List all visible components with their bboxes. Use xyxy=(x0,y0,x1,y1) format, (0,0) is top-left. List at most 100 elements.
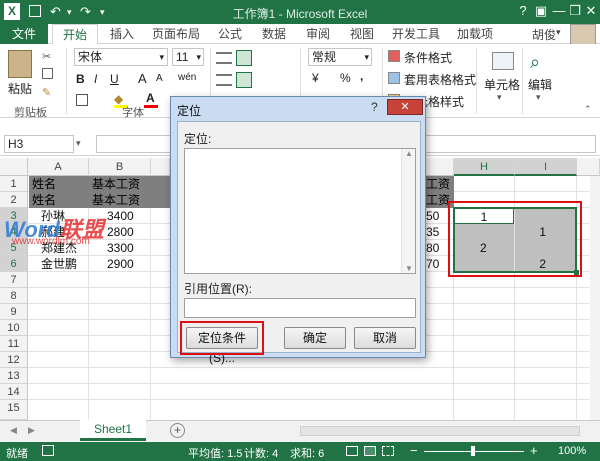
user-name[interactable]: 胡俊 xyxy=(532,26,556,43)
cells-button[interactable]: 单元格 xyxy=(484,76,520,93)
underline-button[interactable]: U xyxy=(110,72,119,86)
cell-b4[interactable]: 2800 xyxy=(104,224,150,240)
list-scrollbar[interactable]: ▲ ▼ xyxy=(401,149,415,273)
tab-data[interactable]: 数据 xyxy=(254,24,294,44)
goto-list[interactable]: ▲ ▼ xyxy=(184,148,416,274)
table-format-button[interactable]: 套用表格格式 xyxy=(404,71,476,88)
editing-button[interactable]: 编辑 xyxy=(528,76,552,93)
cells-icon[interactable] xyxy=(492,52,514,70)
italic-button[interactable]: I xyxy=(94,72,97,86)
column-header-h[interactable]: H xyxy=(454,158,515,176)
normal-view-icon[interactable] xyxy=(346,446,358,456)
font-color-icon[interactable]: A xyxy=(146,91,155,105)
add-sheet-button[interactable]: + xyxy=(170,423,185,438)
copy-icon[interactable] xyxy=(42,68,53,79)
phonetic-button[interactable]: wén xyxy=(178,72,196,83)
row-header[interactable]: 10 xyxy=(0,320,28,336)
tab-developer[interactable]: 开发工具 xyxy=(386,24,446,44)
row-header[interactable]: 13 xyxy=(0,368,28,384)
cut-icon[interactable]: ✂ xyxy=(42,50,51,63)
column-header-a[interactable]: A xyxy=(28,158,89,176)
sheet-tab-sheet1[interactable]: Sheet1 xyxy=(80,420,146,441)
cell-g1[interactable]: 工资 xyxy=(426,176,454,192)
font-shrink-button[interactable]: A xyxy=(156,73,163,84)
bold-button[interactable]: B xyxy=(76,72,85,86)
column-header-j[interactable] xyxy=(577,158,600,176)
cancel-button[interactable]: 取消 xyxy=(354,327,416,349)
row-header[interactable]: 14 xyxy=(0,384,28,400)
customize-qat-icon[interactable]: ▾ xyxy=(100,7,105,18)
tab-addins[interactable]: 加载项 xyxy=(450,24,500,44)
undo-dropdown-icon[interactable]: ▾ xyxy=(67,7,72,18)
number-format-select[interactable]: 常规 ▾ xyxy=(308,48,372,66)
collapse-ribbon-icon[interactable]: ⌃ xyxy=(584,104,592,115)
cell-b2[interactable]: 基本工资 xyxy=(89,192,170,208)
row-header[interactable]: 12 xyxy=(0,352,28,368)
column-header-i[interactable]: I xyxy=(515,158,577,176)
search-icon[interactable]: ⌕ xyxy=(530,52,540,73)
scroll-down-icon[interactable]: ▼ xyxy=(405,264,413,273)
chevron-down-icon[interactable]: ▾ xyxy=(76,138,81,149)
tab-home[interactable]: 开始 xyxy=(52,24,98,45)
currency-button[interactable]: ¥ xyxy=(312,71,319,85)
chevron-down-icon[interactable]: ▾ xyxy=(497,92,502,103)
save-icon[interactable] xyxy=(29,5,41,17)
redo-icon[interactable]: ↷ xyxy=(80,4,91,20)
row-header[interactable]: 8 xyxy=(0,288,28,304)
zoom-out-button[interactable]: − xyxy=(410,443,418,458)
border-icon[interactable] xyxy=(76,94,88,106)
undo-icon[interactable]: ↶ xyxy=(50,4,61,20)
row-header[interactable]: 7 xyxy=(0,272,28,288)
scroll-up-icon[interactable]: ▲ xyxy=(405,149,413,158)
tab-page-layout[interactable]: 页面布局 xyxy=(146,24,206,44)
align-left-icon[interactable] xyxy=(216,74,232,86)
close-button[interactable]: ✕ xyxy=(580,3,600,19)
font-size-select[interactable]: 11 ▾ xyxy=(172,48,204,66)
cell-a1[interactable]: 姓名 xyxy=(29,176,89,192)
dialog-close-button[interactable]: ✕ xyxy=(387,99,423,115)
row-header[interactable]: 15 xyxy=(0,400,28,420)
row-header[interactable]: 1 xyxy=(0,176,28,192)
ok-button[interactable]: 确定 xyxy=(284,327,346,349)
cell-b1[interactable]: 基本工资 xyxy=(89,176,170,192)
row-header[interactable]: 9 xyxy=(0,304,28,320)
cell-a2[interactable]: 姓名 xyxy=(29,192,89,208)
horizontal-scrollbar[interactable] xyxy=(300,426,580,436)
font-name-select[interactable]: 宋体 ▾ xyxy=(74,48,168,66)
row-header[interactable]: 6 xyxy=(0,256,28,272)
cell-b6[interactable]: 2900 xyxy=(104,256,150,272)
paste-icon[interactable] xyxy=(8,50,32,78)
page-break-view-icon[interactable] xyxy=(382,446,394,456)
paste-label[interactable]: 粘贴 xyxy=(8,80,32,97)
next-sheet-icon[interactable]: ▶ xyxy=(28,425,35,436)
format-painter-icon[interactable]: ✎ xyxy=(42,86,51,99)
tab-view[interactable]: 视图 xyxy=(342,24,382,44)
select-all-corner[interactable] xyxy=(0,158,28,176)
prev-sheet-icon[interactable]: ◀ xyxy=(10,425,17,436)
align-middle-icon[interactable] xyxy=(236,50,252,66)
cell-b3[interactable]: 3400 xyxy=(104,208,150,224)
zoom-level[interactable]: 100% xyxy=(558,445,586,457)
reference-input[interactable] xyxy=(184,298,416,318)
zoom-slider-thumb[interactable] xyxy=(471,446,475,456)
tab-file[interactable]: 文件 xyxy=(0,24,48,44)
column-header-c[interactable] xyxy=(151,158,170,176)
font-grow-button[interactable]: A xyxy=(138,71,147,86)
chevron-down-icon[interactable]: ▾ xyxy=(536,92,541,103)
comma-button[interactable]: , xyxy=(360,69,363,83)
dialog-help-button[interactable]: ? xyxy=(371,100,378,114)
page-layout-view-icon[interactable] xyxy=(364,446,376,456)
percent-button[interactable]: % xyxy=(340,71,351,85)
tab-formulas[interactable]: 公式 xyxy=(210,24,250,44)
macro-record-icon[interactable] xyxy=(42,445,54,456)
tab-review[interactable]: 审阅 xyxy=(298,24,338,44)
name-box[interactable]: H3 xyxy=(4,135,74,153)
conditional-format-button[interactable]: 条件格式 xyxy=(404,49,452,66)
column-header-g[interactable] xyxy=(426,158,454,176)
avatar[interactable] xyxy=(570,24,596,46)
align-center-icon[interactable] xyxy=(236,72,252,88)
tab-insert[interactable]: 插入 xyxy=(102,24,142,44)
cell-a6[interactable]: 金世鹏 xyxy=(38,256,88,272)
cell-b5[interactable]: 3300 xyxy=(104,240,150,256)
user-dropdown-icon[interactable]: ▾ xyxy=(556,27,561,38)
